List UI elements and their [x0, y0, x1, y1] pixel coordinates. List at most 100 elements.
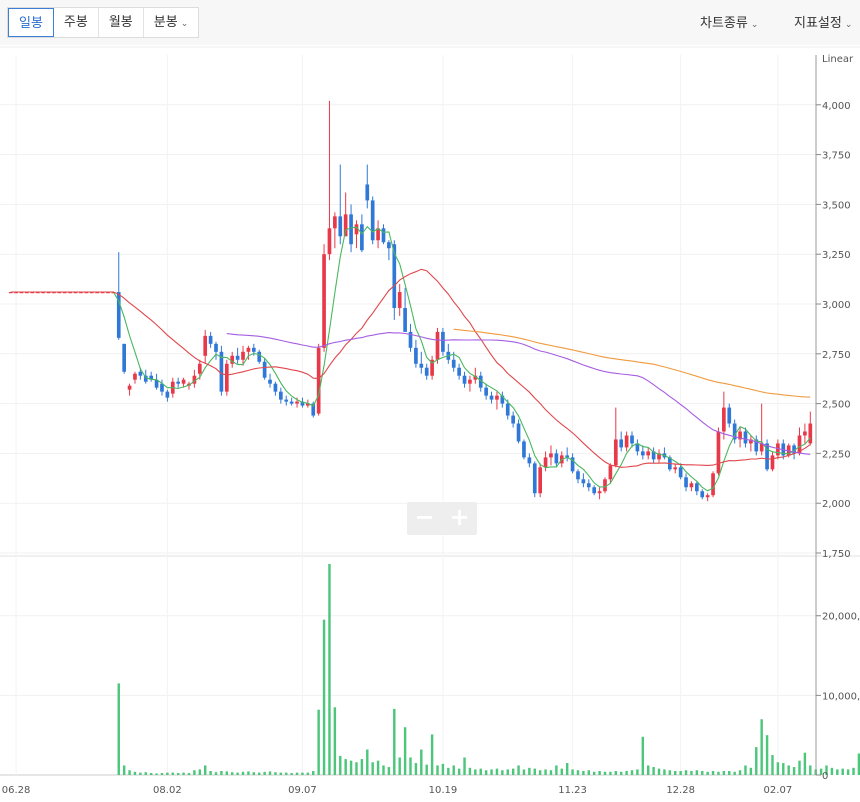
stock-chart[interactable]: 4,000 3,750 3,500 3,250 3,000 2,750 2,500 2,250…: [0, 45, 860, 802]
volume-bar: [268, 771, 272, 775]
volume-bar: [166, 772, 169, 775]
candle-body: [803, 431, 807, 436]
volume-bar: [782, 763, 785, 775]
volume-bar: [603, 771, 607, 775]
volume-bar: [339, 755, 342, 775]
candle-body: [576, 471, 580, 480]
tab-monthly-label: 월봉: [108, 15, 133, 30]
candle-body: [457, 367, 461, 376]
volume-bar: [776, 762, 780, 775]
x-tick-label: 02.07: [764, 785, 793, 796]
volume-bar: [792, 767, 796, 775]
volume-series: [117, 563, 860, 775]
candle-body: [278, 391, 283, 400]
candle-body: [251, 347, 256, 352]
volume-bar: [122, 765, 126, 775]
candle-body: [689, 483, 694, 488]
price-tick-label: 3,500: [822, 200, 851, 211]
volume-bar: [322, 619, 326, 775]
volume-bar: [312, 771, 315, 775]
volume-bar: [636, 769, 639, 775]
zoom-in-button[interactable]: +: [442, 502, 477, 535]
volume-bar: [187, 773, 191, 775]
volume-bar: [425, 764, 428, 775]
candle-body: [624, 435, 629, 448]
volume-bar: [549, 770, 553, 775]
volume-bar: [728, 771, 731, 775]
candle-body: [387, 242, 391, 249]
tab-daily[interactable]: 일봉: [8, 8, 54, 37]
candle-body: [360, 224, 364, 251]
volume-bar: [560, 768, 563, 775]
zoom-out-button[interactable]: −: [407, 502, 442, 535]
volume-bar: [711, 771, 715, 775]
volume-bar: [690, 771, 693, 775]
candle-body: [608, 465, 613, 480]
tab-weekly[interactable]: 주봉: [54, 8, 99, 37]
volume-bar: [301, 772, 304, 775]
candle-body: [316, 347, 321, 414]
volume-bar: [495, 768, 499, 775]
candle-body: [808, 423, 813, 444]
volume-bar: [533, 768, 536, 775]
chart-toolbar: 일봉 주봉 월봉 분봉 ⌄ 차트종류 ⌄ 지표설정 ⌄: [0, 0, 860, 45]
tab-minute[interactable]: 분봉 ⌄: [144, 8, 198, 37]
candle-body: [122, 343, 126, 372]
volume-bar: [414, 763, 418, 775]
scale-label: Linear: [822, 54, 854, 65]
volume-bar: [760, 719, 763, 775]
indicator-settings-dropdown[interactable]: 지표설정 ⌄: [794, 12, 852, 31]
chart-type-dropdown[interactable]: 차트종류 ⌄: [700, 12, 758, 31]
candle-body: [522, 441, 526, 458]
volume-bar: [203, 765, 207, 775]
candle-body: [424, 367, 429, 376]
volume-bar: [501, 770, 504, 775]
candle-body: [419, 363, 424, 368]
volume-bar: [155, 773, 158, 775]
candle-body: [700, 491, 705, 498]
volume-bar: [376, 760, 380, 775]
volume-bar: [668, 770, 672, 775]
candle-body: [776, 443, 780, 456]
candle-body: [586, 483, 591, 488]
volume-bar: [193, 770, 196, 775]
candle-body: [516, 423, 521, 442]
candle-body: [289, 401, 294, 404]
candle-body: [138, 371, 143, 376]
volume-bar: [468, 767, 472, 775]
candle-body: [592, 487, 597, 494]
volume-bar: [479, 768, 482, 775]
candle-body: [165, 391, 170, 398]
volume-bar: [447, 767, 450, 775]
candle-body: [435, 331, 440, 360]
volume-bar: [247, 771, 250, 775]
candle-body: [527, 457, 532, 464]
volume-bar: [176, 773, 180, 775]
candle-body: [673, 467, 678, 470]
volume-bar: [149, 773, 153, 775]
volume-bar: [252, 772, 256, 775]
volume-bar: [798, 760, 801, 775]
volume-bar: [511, 768, 515, 775]
volume-bar: [360, 759, 364, 775]
volume-bar: [565, 763, 569, 775]
chevron-down-icon: ⌄: [844, 20, 853, 30]
candle-body: [257, 351, 262, 362]
candle-body: [441, 331, 445, 352]
volume-bar: [755, 747, 758, 775]
volume-bar: [317, 709, 320, 775]
volume-bar: [484, 770, 488, 775]
candle-body: [770, 455, 775, 470]
x-tick-label: 12.28: [666, 785, 695, 796]
volume-bar: [841, 768, 844, 775]
price-tick-label: 3,750: [822, 151, 851, 162]
candle-body: [208, 335, 213, 344]
chevron-down-icon: ⌄: [750, 20, 759, 30]
volume-bar: [679, 771, 682, 775]
tab-monthly[interactable]: 월봉: [99, 8, 144, 37]
candle-body: [549, 453, 553, 458]
volume-bar: [355, 762, 358, 775]
volume-bar: [641, 736, 645, 775]
volume-bar: [279, 772, 283, 775]
volume-bar: [528, 767, 531, 775]
